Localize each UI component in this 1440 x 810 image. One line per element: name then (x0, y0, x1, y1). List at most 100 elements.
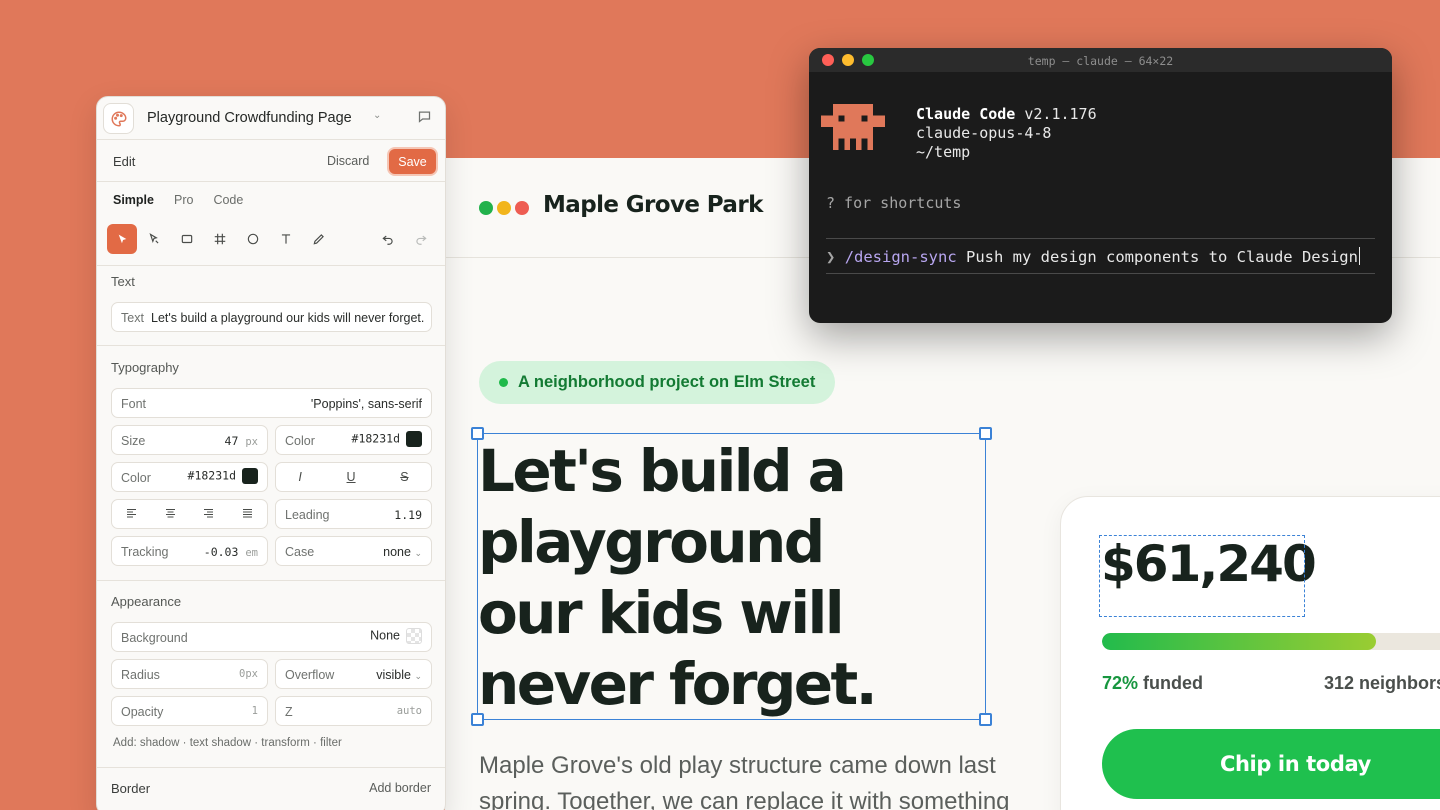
chevron-down-icon[interactable]: ⌄ (373, 110, 381, 121)
direct-select-tool-icon[interactable] (139, 224, 169, 254)
palette-icon[interactable] (103, 103, 134, 134)
color-value: #18231d (351, 431, 400, 446)
logo-dots-icon (479, 201, 529, 215)
save-button[interactable]: Save (389, 149, 436, 174)
appearance-section-label: Appearance (111, 594, 182, 609)
selection-box (471, 427, 992, 726)
color-swatch[interactable] (406, 431, 422, 447)
prompt-input[interactable]: ❯ /design-sync Push my design components… (826, 247, 1361, 266)
discard-button[interactable]: Discard (327, 154, 369, 168)
align-left-icon[interactable] (125, 507, 138, 522)
editor-panel: Playground Crowdfunding Page ⌄ Edit Disc… (96, 96, 446, 810)
divider (97, 767, 445, 768)
align-right-icon[interactable] (202, 507, 215, 522)
chevron-down-icon: ⌄ (414, 548, 422, 558)
app-version: v2.1.176 (1024, 105, 1097, 123)
overflow-label: Overflow (285, 668, 335, 682)
tab-simple[interactable]: Simple (113, 193, 154, 207)
case-value: none (383, 545, 411, 559)
edit-row: Edit Discard Save (97, 140, 445, 182)
neighbors-count: 312 neighbors (1324, 673, 1440, 693)
resize-handle-top-right[interactable] (979, 427, 992, 440)
text-field-label: Text (121, 311, 144, 325)
tracking-value-group: -0.03 em (204, 545, 258, 559)
funded-percent: 72% (1102, 673, 1139, 693)
z-index-field[interactable]: Z auto (275, 696, 432, 726)
color-swatch[interactable] (242, 468, 258, 484)
add-border-button[interactable]: Add border (369, 781, 431, 795)
text-section-label: Text (111, 274, 135, 289)
fill-color-field[interactable]: Color #18231d (111, 462, 268, 492)
redo-icon[interactable] (406, 224, 436, 254)
case-select[interactable]: Case none ⌄ (275, 536, 432, 566)
funding-stats: 72% funded 312 neighbors (1102, 673, 1440, 694)
opacity-label: Opacity (121, 705, 164, 719)
resize-handle-bottom-right[interactable] (979, 713, 992, 726)
overflow-select[interactable]: Overflow visible ⌄ (275, 659, 432, 689)
transparent-swatch[interactable] (406, 628, 422, 644)
leading-label: Leading (285, 508, 330, 522)
strikethrough-toggle[interactable]: S (400, 470, 408, 484)
leading-field[interactable]: Leading 1.19 (275, 499, 432, 529)
tracking-unit: em (245, 547, 258, 559)
align-center-icon[interactable] (164, 507, 177, 522)
hero-body-text[interactable]: Maple Grove's old play structure came do… (479, 748, 1019, 810)
terminal-titlebar: temp — claude — 64×22 (809, 48, 1392, 72)
chip-in-button[interactable]: Chip in today (1102, 729, 1440, 799)
edit-label: Edit (113, 154, 136, 169)
radius-field[interactable]: Radius 0px (111, 659, 268, 689)
size-unit: px (245, 436, 258, 448)
align-justify-icon[interactable] (241, 507, 254, 522)
add-effects-links[interactable]: Add: shadow · text shadow · transform · … (113, 737, 342, 749)
text-field-value: Let's build a playground our kids will n… (151, 311, 425, 325)
divider (97, 580, 445, 581)
tracking-label: Tracking (121, 545, 169, 559)
tracking-value: -0.03 (203, 545, 239, 559)
funding-progress-bar (1102, 633, 1440, 650)
terminal-window: temp — claude — 64×22 Claude Code v2.1.1… (809, 48, 1392, 323)
funding-progress-fill (1102, 633, 1376, 650)
comment-icon[interactable] (417, 109, 432, 127)
pointer-tool-icon[interactable] (107, 224, 137, 254)
prompt-rule-top (826, 238, 1375, 239)
prompt-caret-icon: ❯ (826, 248, 836, 266)
tab-code[interactable]: Code (213, 193, 243, 207)
project-pill[interactable]: A neighborhood project on Elm Street (479, 361, 836, 404)
claude-mascot-icon (821, 104, 885, 151)
opacity-field[interactable]: Opacity 1 (111, 696, 268, 726)
font-field[interactable]: Font 'Poppins', sans-serif (111, 388, 432, 418)
funding-card: $61,240 72% funded 312 neighbors Chip in… (1060, 496, 1440, 810)
logo-dot-yellow (497, 201, 511, 215)
border-section: Border Add border (111, 781, 431, 796)
typography-section-label: Typography (111, 360, 179, 375)
tab-pro[interactable]: Pro (174, 193, 193, 207)
text-tool-icon[interactable] (271, 224, 301, 254)
color-value-group: #18231d (352, 431, 422, 447)
app-name: Claude Code (916, 105, 1016, 123)
ellipse-tool-icon[interactable] (238, 224, 268, 254)
rectangle-tool-icon[interactable] (172, 224, 202, 254)
pill-text: A neighborhood project on Elm Street (518, 373, 816, 391)
tracking-field[interactable]: Tracking -0.03 em (111, 536, 268, 566)
resize-handle-bottom-left[interactable] (471, 713, 484, 726)
pencil-tool-icon[interactable] (304, 224, 334, 254)
prompt-rule-bottom (826, 273, 1375, 274)
undo-icon[interactable] (373, 224, 403, 254)
logo-dot-green (479, 201, 493, 215)
document-title[interactable]: Playground Crowdfunding Page (147, 110, 352, 126)
working-directory: ~/temp (916, 143, 971, 161)
text-content-field[interactable]: Text Let's build a playground our kids w… (111, 302, 432, 332)
color-value: #18231d (187, 468, 236, 483)
background-field[interactable]: Background None (111, 622, 432, 652)
overflow-value: visible (376, 668, 411, 682)
resize-handle-top-left[interactable] (471, 427, 484, 440)
italic-toggle[interactable]: I (298, 470, 301, 484)
slash-command: /design-sync (844, 248, 957, 266)
frame-tool-icon[interactable] (205, 224, 235, 254)
underline-toggle[interactable]: U (347, 470, 356, 484)
overflow-value-group: visible ⌄ (376, 668, 422, 682)
background-value: None (370, 628, 400, 643)
size-field[interactable]: Size 47 px (111, 425, 268, 455)
site-brand[interactable]: Maple Grove Park (543, 192, 763, 218)
text-color-field[interactable]: Color #18231d (275, 425, 432, 455)
